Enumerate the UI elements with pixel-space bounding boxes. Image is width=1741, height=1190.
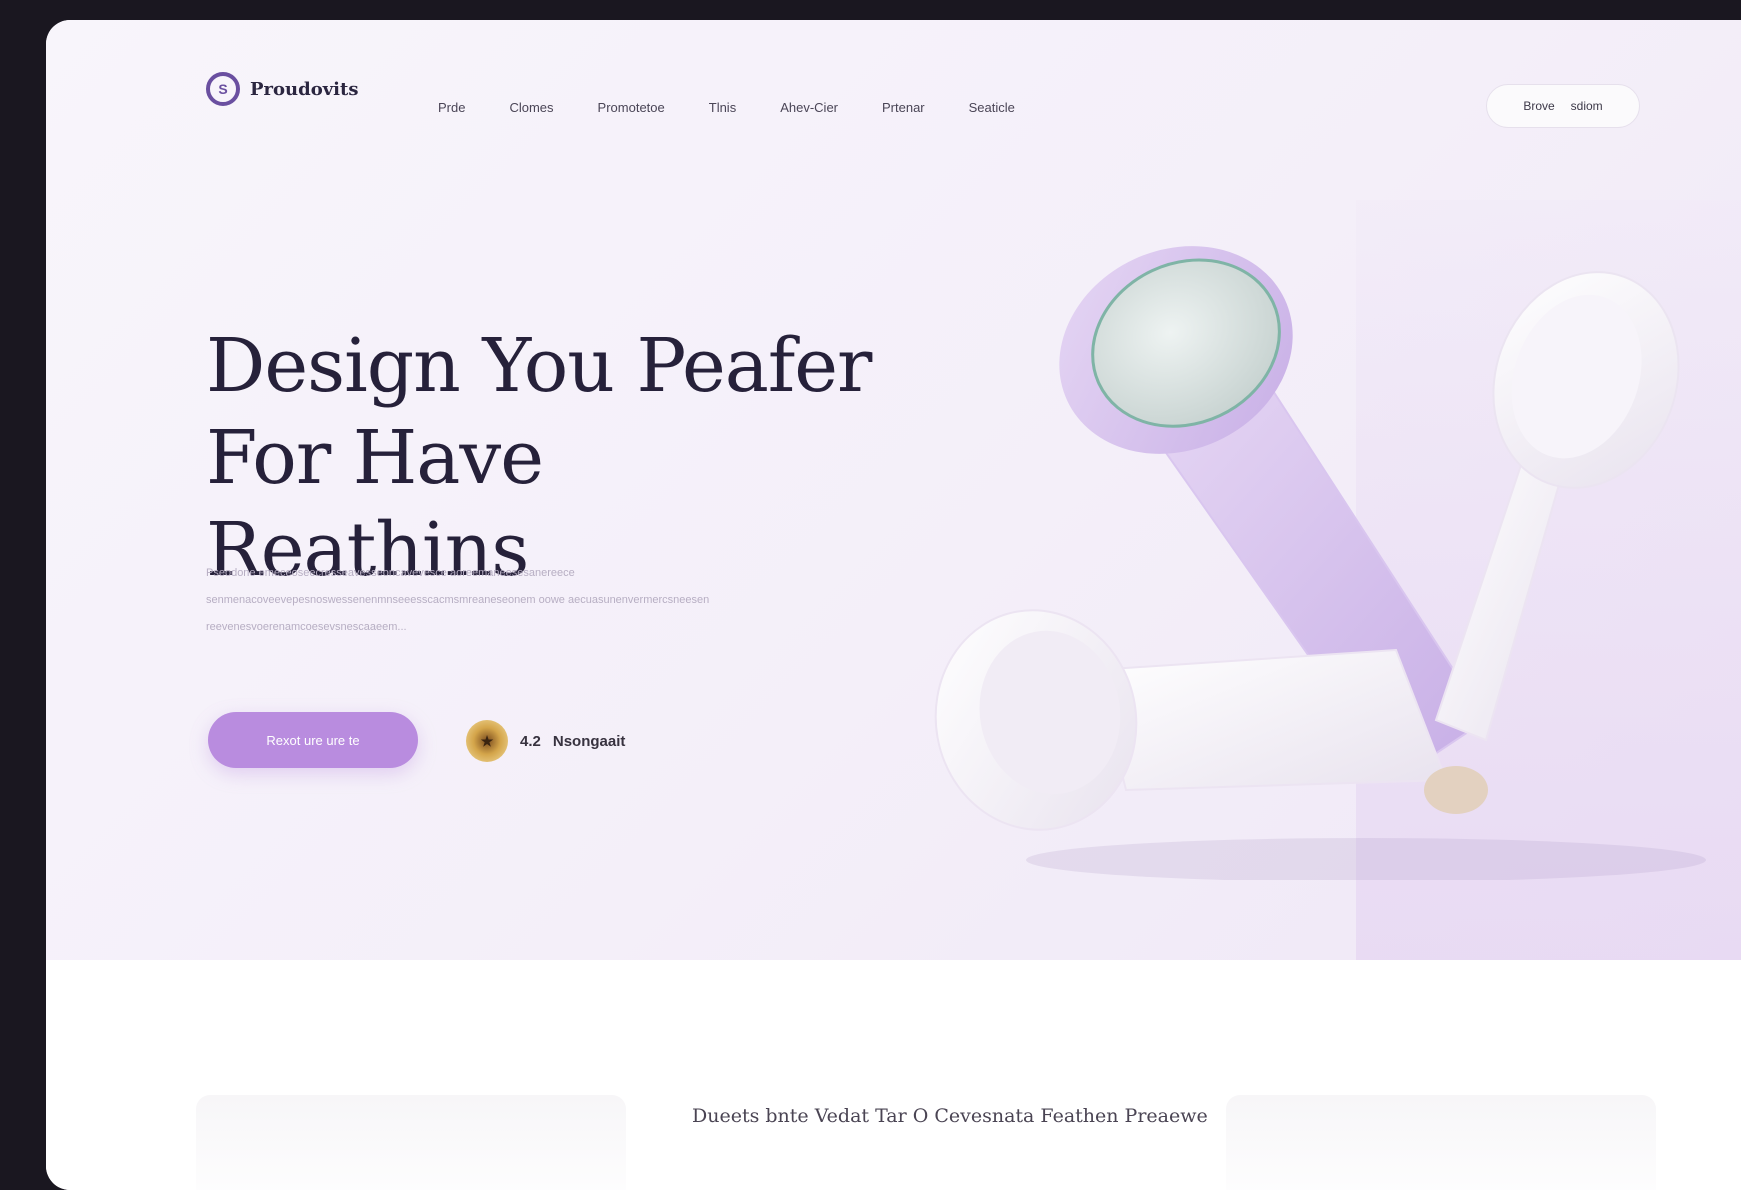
nav-cta-primary: Brove — [1523, 99, 1555, 113]
hero-headline: Design You Peafer For Have Reathins — [206, 320, 886, 596]
section-heading: Dueets bnte Vedat Tar O Cevesnata Feathe… — [692, 1105, 1208, 1127]
nav-link-2[interactable]: Clomes — [509, 100, 553, 115]
nav-link-1[interactable]: Prde — [438, 100, 465, 115]
product-illustration — [934, 246, 1706, 880]
brand-logo[interactable]: S Proudovits — [206, 72, 358, 106]
hero-body-copy: Pseodone emeceoseecresseavesseoncavevesc… — [206, 567, 710, 633]
joint-knob — [1424, 766, 1488, 814]
nav-link-4[interactable]: Tlnis — [709, 100, 736, 115]
nav-link-7[interactable]: Seaticle — [969, 100, 1015, 115]
handle-left — [1094, 648, 1448, 792]
hero-primary-button[interactable]: Rexot ure ure te — [208, 712, 418, 768]
feature-card-left — [196, 1095, 626, 1190]
handle-right — [1434, 448, 1568, 742]
nav-link-6[interactable]: Prtenar — [882, 100, 925, 115]
nav-links: Prde Clomes Promotetoe Tlnis Ahev-Cier P… — [438, 100, 1059, 115]
nav-link-5[interactable]: Ahev-Cier — [780, 100, 838, 115]
rating-star-icon: ★ — [466, 720, 508, 762]
browser-frame: S Proudovits Prde Clomes Promotetoe Tlni… — [46, 20, 1741, 1190]
headline-line-1: Design You Peafer — [206, 323, 872, 409]
rating-label: Nsongaait — [552, 732, 626, 750]
rating-badge-group: ★ 4.2 Nsongaait — [466, 720, 625, 762]
nav-cta-secondary: sdiom — [1570, 99, 1603, 113]
top-nav: S Proudovits Prde Clomes Promotetoe Tlni… — [46, 20, 1741, 160]
logo-icon: S — [206, 72, 240, 106]
nav-link-3[interactable]: Promotetoe — [598, 100, 665, 115]
product-shadow — [1026, 838, 1706, 880]
hero-section: S Proudovits Prde Clomes Promotetoe Tlni… — [46, 20, 1741, 960]
brand-name: Proudovits — [250, 78, 359, 100]
nav-cta-button[interactable]: Brove sdiom — [1486, 84, 1640, 128]
rating-value: 4.2 — [520, 732, 541, 750]
feature-card-right — [1226, 1095, 1656, 1190]
